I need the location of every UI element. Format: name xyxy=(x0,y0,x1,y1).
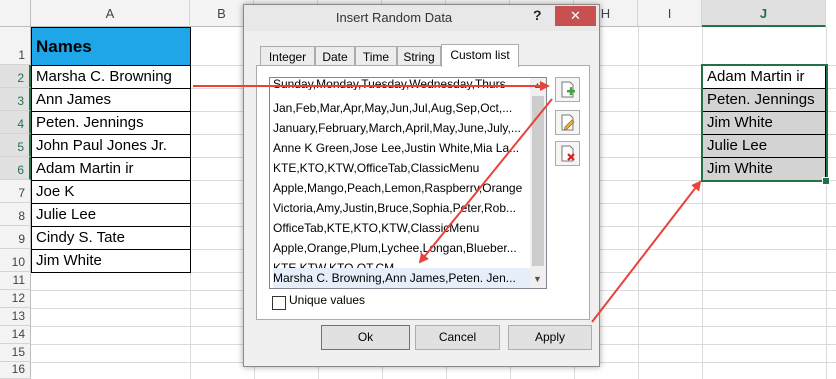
list-item[interactable]: OfficeTab,KTE,KTO,KTW,ClassicMenu xyxy=(273,218,531,238)
help-button[interactable]: ? xyxy=(533,7,542,23)
fill-handle[interactable] xyxy=(822,177,830,185)
list-item[interactable]: Victoria,Amy,Justin,Bruce,Sophia,Peter,R… xyxy=(273,198,531,218)
cell-a9[interactable]: Cindy S. Tate xyxy=(31,226,191,250)
selection-range-border xyxy=(701,64,828,182)
close-button[interactable]: ✕ xyxy=(555,6,596,26)
add-list-button[interactable] xyxy=(555,77,580,102)
row-header-11[interactable]: 11 xyxy=(0,272,31,290)
unique-values-label: Unique values xyxy=(289,293,366,307)
list-item[interactable]: January,February,March,April,May,June,Ju… xyxy=(273,118,531,138)
list-scrollbar[interactable]: ▲ ▼ xyxy=(530,78,546,288)
row-header-1[interactable]: 1 xyxy=(0,27,31,65)
cell-a10[interactable]: Jim White xyxy=(31,249,191,273)
cell-a8[interactable]: Julie Lee xyxy=(31,203,191,227)
tab-custom-list[interactable]: Custom list xyxy=(441,44,519,67)
dialog-title: Insert Random Data xyxy=(335,10,453,25)
list-item-selected[interactable]: Marsha C. Browning,Ann James,Peten. Jen.… xyxy=(273,268,531,288)
cell-a5[interactable]: John Paul Jones Jr. xyxy=(31,134,191,158)
cell-a3[interactable]: Ann James xyxy=(31,88,191,112)
ok-button[interactable]: Ok xyxy=(321,325,410,350)
list-item[interactable]: Sunday,Monday,Tuesday,Wednesday,Thurs xyxy=(273,78,531,90)
list-item[interactable]: Anne K Green,Jose Lee,Justin White,Mia L… xyxy=(273,138,531,158)
cell-a1-header[interactable]: Names xyxy=(31,27,191,66)
row-header-3[interactable]: 3 xyxy=(0,88,31,111)
dialog-titlebar[interactable]: Insert Random Data ? ✕ xyxy=(244,5,599,31)
select-all-corner[interactable] xyxy=(0,0,31,27)
row-header-10[interactable]: 10 xyxy=(0,249,31,272)
edit-list-button[interactable] xyxy=(555,110,580,135)
cancel-button[interactable]: Cancel xyxy=(415,325,500,350)
unique-values-checkbox[interactable] xyxy=(272,296,286,310)
cell-a2[interactable]: Marsha C. Browning xyxy=(31,65,191,89)
list-item[interactable]: Jan,Feb,Mar,Apr,May,Jun,Jul,Aug,Sep,Oct,… xyxy=(273,98,531,118)
row-header-15[interactable]: 15 xyxy=(0,344,31,362)
column-header-a[interactable]: A xyxy=(31,0,190,27)
row-header-8[interactable]: 8 xyxy=(0,203,31,226)
scroll-up-arrow-icon[interactable]: ▲ xyxy=(533,80,542,90)
column-header-j[interactable]: J xyxy=(702,0,826,27)
cell-a4[interactable]: Peten. Jennings xyxy=(31,111,191,135)
row-header-4[interactable]: 4 xyxy=(0,111,31,134)
tab-string[interactable]: String xyxy=(397,46,441,66)
row-header-16[interactable]: 16 xyxy=(0,362,31,379)
list-item[interactable]: Apple,Mango,Peach,Lemon,Raspberry,Orange xyxy=(273,178,531,198)
row-header-9[interactable]: 9 xyxy=(0,226,31,249)
row-header-2[interactable]: 2 xyxy=(0,65,31,88)
delete-list-button[interactable] xyxy=(555,141,580,166)
delete-list-icon xyxy=(561,145,575,162)
cell-a6[interactable]: Adam Martin ir xyxy=(31,157,191,181)
cell-a7[interactable]: Joe K xyxy=(31,180,191,204)
row-header-13[interactable]: 13 xyxy=(0,308,31,326)
list-item[interactable]: Apple,Orange,Plum,Lychee,Longan,Blueber.… xyxy=(273,238,531,258)
tab-time[interactable]: Time xyxy=(355,46,397,66)
list-item[interactable]: KTE,KTO,KTW,OfficeTab,ClassicMenu xyxy=(273,158,531,178)
scroll-down-arrow-icon[interactable]: ▼ xyxy=(533,274,542,284)
apply-button[interactable]: Apply xyxy=(508,325,592,350)
edit-list-icon xyxy=(561,114,575,131)
column-header-i[interactable]: I xyxy=(638,0,702,27)
tab-integer[interactable]: Integer xyxy=(260,46,315,66)
tab-date[interactable]: Date xyxy=(315,46,355,66)
row-header-14[interactable]: 14 xyxy=(0,326,31,344)
add-list-icon xyxy=(561,81,575,98)
scroll-thumb[interactable] xyxy=(532,96,544,266)
row-header-5[interactable]: 5 xyxy=(0,134,31,157)
insert-random-data-dialog: Insert Random Data ? ✕ Integer Date Time… xyxy=(243,4,600,367)
row-header-6[interactable]: 6 xyxy=(0,157,31,180)
row-header-7[interactable]: 7 xyxy=(0,180,31,203)
row-header-12[interactable]: 12 xyxy=(0,290,31,308)
custom-list-box[interactable]: Sunday,Monday,Tuesday,Wednesday,Thurs Ja… xyxy=(269,77,547,289)
